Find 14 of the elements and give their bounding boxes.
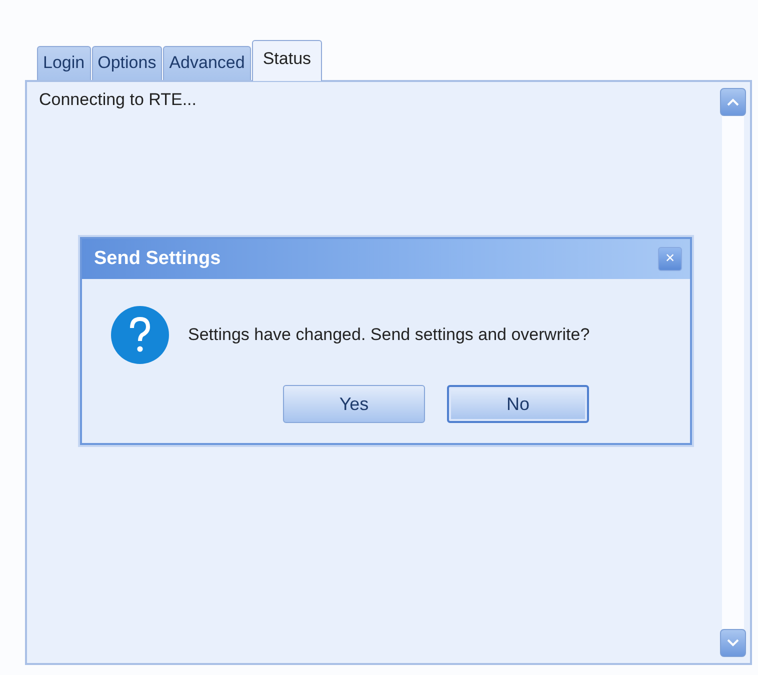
dialog-message: Settings have changed. Send settings and overwrite? <box>188 325 590 345</box>
chevron-up-icon <box>727 98 739 106</box>
dialog-button[interactable]: Yes <box>283 385 425 423</box>
tab[interactable]: Advanced <box>163 46 251 80</box>
tab[interactable]: Login <box>37 46 91 80</box>
scroll-down-button[interactable] <box>720 629 746 657</box>
chevron-down-icon <box>727 639 739 647</box>
tab[interactable]: Options <box>92 46 162 80</box>
tab[interactable]: Status <box>252 40 322 81</box>
dialog-button[interactable]: No <box>447 385 589 423</box>
scroll-up-button[interactable] <box>720 88 746 116</box>
question-icon <box>110 305 170 365</box>
status-text: Connecting to RTE... <box>39 90 198 110</box>
dialog-title: Send Settings <box>94 248 221 270</box>
